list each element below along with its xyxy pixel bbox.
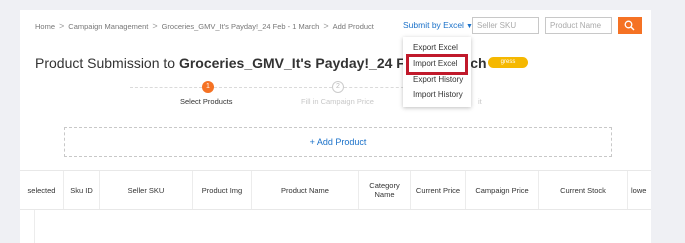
- table-body: [34, 210, 651, 243]
- column-header-category-name: Category Name: [359, 171, 411, 209]
- breadcrumb-separator: >: [59, 21, 65, 31]
- product-name-input[interactable]: [545, 17, 612, 34]
- status-badge: gress: [488, 57, 528, 68]
- add-product-area[interactable]: + Add Product: [64, 127, 612, 157]
- column-header-lowest: lowe: [631, 185, 647, 195]
- step-1-indicator: 1: [202, 81, 214, 93]
- column-header-selected: selected: [20, 171, 64, 209]
- breadcrumb: Home > Campaign Management > Groceries_GMV_I…: [35, 21, 374, 31]
- main-card: Home > Campaign Management > Groceries_GMV_I…: [20, 10, 651, 243]
- highlight-annotation-box: [406, 54, 468, 75]
- column-header-sku-id: Sku ID: [64, 171, 100, 209]
- breadcrumb-add-product: Add Product: [332, 22, 374, 31]
- submit-by-excel-dropdown[interactable]: Submit by Excel ▼: [403, 20, 473, 30]
- column-header-current-stock: Current Stock: [539, 171, 628, 209]
- search-icon: [624, 20, 635, 31]
- breadcrumb-campaign-management[interactable]: Campaign Management: [68, 22, 148, 31]
- breadcrumb-separator: >: [323, 21, 329, 31]
- submit-by-excel-label: Submit by Excel: [403, 20, 464, 30]
- title-prefix: Product Submission to: [35, 55, 179, 71]
- menu-item-export-history[interactable]: Export History: [413, 75, 463, 84]
- menu-item-import-history[interactable]: Import History: [413, 90, 463, 99]
- step-1-label: Select Products: [180, 97, 233, 106]
- step-2-label: Fill in Campaign Price: [301, 97, 374, 106]
- step-3-label: it: [478, 97, 482, 106]
- menu-item-export-excel[interactable]: Export Excel: [413, 43, 458, 52]
- column-header-seller-sku: Seller SKU: [100, 171, 193, 209]
- column-header-campaign-price: Campaign Price: [466, 171, 539, 209]
- step-connector-line: [130, 87, 202, 88]
- seller-sku-input[interactable]: [472, 17, 539, 34]
- table-header: selected Sku ID Seller SKU Product Img P…: [20, 170, 651, 210]
- column-header-current-price: Current Price: [411, 171, 466, 209]
- add-product-button[interactable]: + Add Product: [65, 137, 611, 147]
- search-button[interactable]: [618, 17, 642, 34]
- step-connector-line: [344, 87, 404, 88]
- step-connector-line: [214, 87, 332, 88]
- column-header-product-img: Product Img: [193, 171, 252, 209]
- breadcrumb-separator: >: [152, 21, 158, 31]
- step-2-indicator: 2: [332, 81, 344, 93]
- breadcrumb-campaign[interactable]: Groceries_GMV_It's Payday!_24 Feb - 1 Ma…: [162, 22, 320, 31]
- column-header-product-name: Product Name: [252, 171, 359, 209]
- breadcrumb-home[interactable]: Home: [35, 22, 55, 31]
